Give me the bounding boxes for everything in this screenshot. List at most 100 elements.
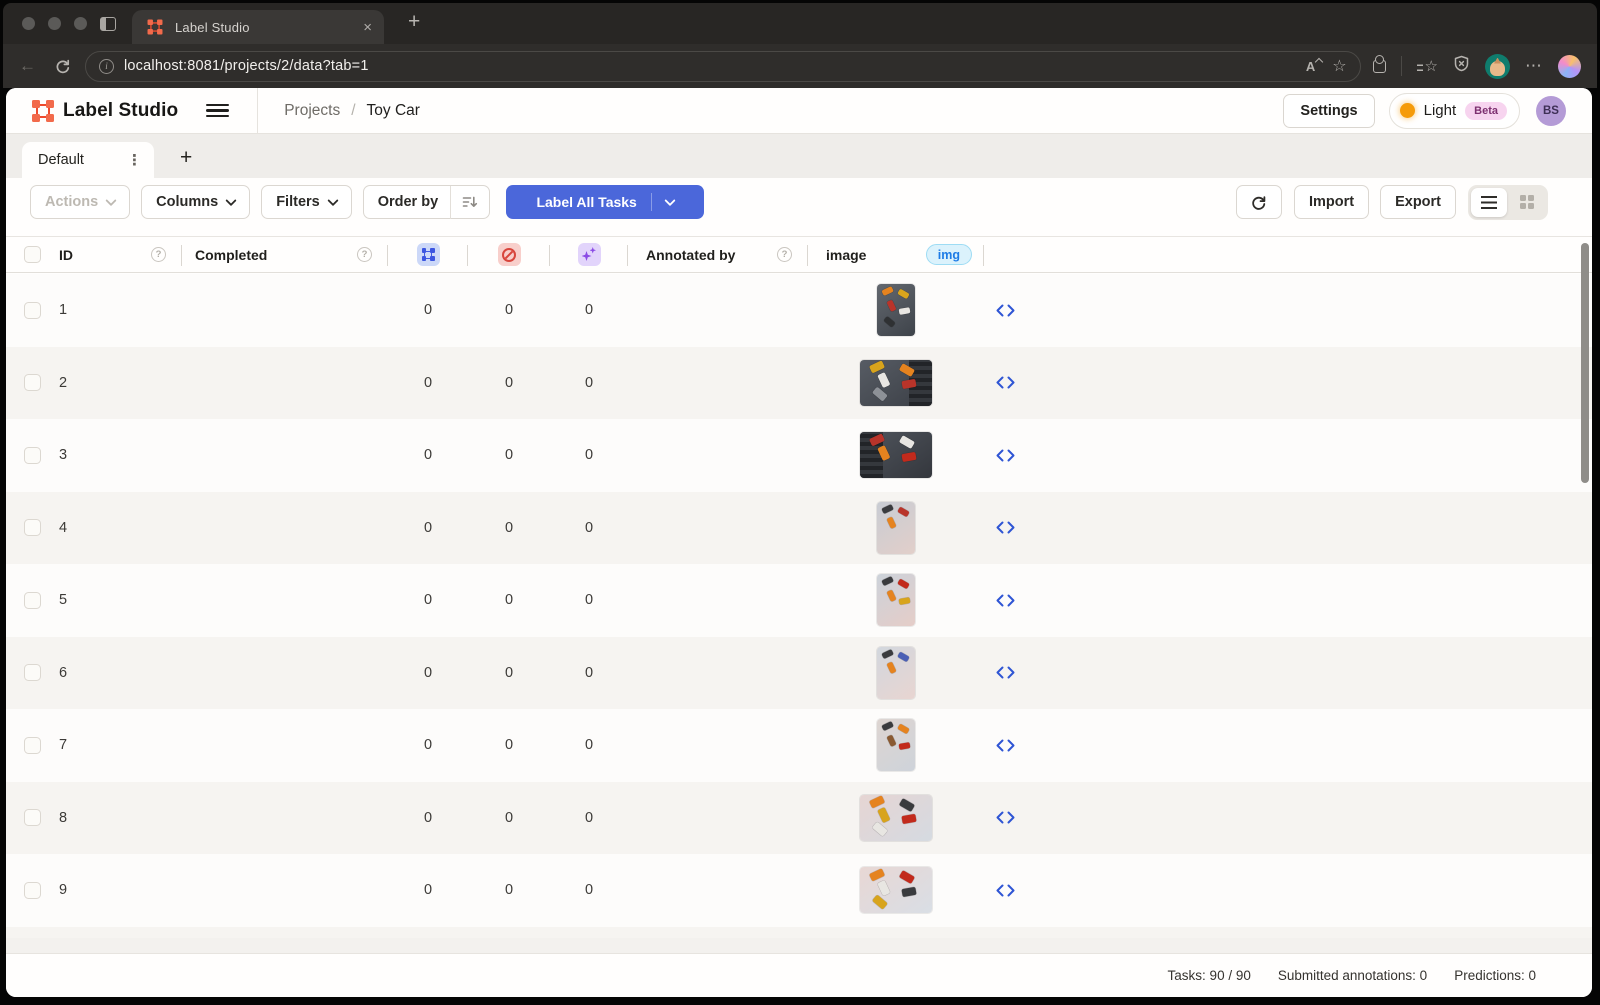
extensions-icon[interactable] bbox=[1372, 55, 1386, 73]
sidebar-toggle-icon[interactable] bbox=[100, 17, 116, 31]
row-checkbox[interactable] bbox=[24, 519, 41, 537]
help-icon[interactable] bbox=[777, 247, 792, 262]
predictions-column-icon[interactable] bbox=[577, 243, 601, 266]
row-image-thumbnail[interactable] bbox=[860, 867, 932, 914]
task-source-icon[interactable] bbox=[996, 304, 1015, 317]
help-icon[interactable] bbox=[151, 247, 166, 262]
browser-tab[interactable]: Label Studio bbox=[132, 10, 384, 44]
task-source-icon[interactable] bbox=[996, 666, 1015, 679]
column-header-completed[interactable]: Completed bbox=[195, 247, 267, 263]
new-tab-button[interactable] bbox=[408, 10, 420, 34]
row-checkbox[interactable] bbox=[24, 736, 41, 754]
label-all-tasks-button[interactable]: Label All Tasks bbox=[506, 185, 705, 219]
favorites-hub-icon[interactable] bbox=[1416, 57, 1438, 75]
copilot-icon[interactable] bbox=[1558, 54, 1581, 78]
task-source-icon[interactable] bbox=[996, 594, 1015, 607]
table-row[interactable]: 4 0 0 0 bbox=[6, 491, 1592, 565]
back-icon[interactable] bbox=[19, 56, 36, 76]
label-studio-logo-icon[interactable] bbox=[32, 99, 54, 122]
table-row[interactable]: 2 0 0 0 bbox=[6, 346, 1592, 419]
read-aloud-icon[interactable] bbox=[1306, 59, 1322, 74]
task-source-icon[interactable] bbox=[996, 376, 1015, 389]
tab-options-kebab-icon[interactable] bbox=[127, 151, 142, 169]
hamburger-menu-icon[interactable] bbox=[206, 103, 230, 118]
row-checkbox[interactable] bbox=[24, 301, 41, 319]
row-annotated-by bbox=[628, 927, 808, 939]
table-row[interactable]: 7 0 0 0 bbox=[6, 709, 1592, 782]
submitted-annotations-count: Submitted annotations: 0 bbox=[1277, 968, 1428, 983]
row-checkbox[interactable] bbox=[24, 446, 41, 464]
order-by-dropdown[interactable]: Order by bbox=[362, 185, 491, 219]
breadcrumb-projects-link[interactable]: Projects bbox=[284, 102, 340, 120]
row-image-thumbnail[interactable] bbox=[877, 501, 915, 554]
column-header-id[interactable]: ID bbox=[59, 247, 73, 263]
row-image-thumbnail[interactable] bbox=[877, 646, 915, 699]
filters-dropdown[interactable]: Filters bbox=[261, 185, 352, 219]
url-text[interactable]: localhost:8081/projects/2/data?tab=1 bbox=[124, 58, 1296, 74]
row-checkbox[interactable] bbox=[24, 809, 41, 827]
horizontal-scrollbar-track[interactable] bbox=[6, 938, 1592, 954]
annotations-column-icon[interactable] bbox=[416, 243, 440, 266]
refresh-button[interactable] bbox=[1235, 185, 1282, 219]
row-checkbox[interactable] bbox=[24, 881, 41, 899]
list-view-button[interactable] bbox=[1471, 187, 1507, 217]
export-button[interactable]: Export bbox=[1380, 185, 1456, 219]
settings-button[interactable]: Settings bbox=[1283, 93, 1375, 128]
window-zoom-button[interactable] bbox=[74, 17, 87, 30]
row-checkbox[interactable] bbox=[24, 591, 41, 609]
columns-dropdown[interactable]: Columns bbox=[141, 185, 251, 219]
task-source-icon[interactable] bbox=[996, 521, 1015, 534]
row-annotations-count: 0 bbox=[423, 374, 433, 391]
row-predictions-count: 0 bbox=[584, 882, 594, 899]
column-header-annotated-by[interactable]: Annotated by bbox=[646, 247, 735, 263]
row-cancelled-count: 0 bbox=[504, 737, 514, 754]
cancelled-annotations-column-icon[interactable] bbox=[497, 243, 521, 266]
row-image-thumbnail[interactable] bbox=[877, 719, 915, 772]
import-button[interactable]: Import bbox=[1293, 185, 1370, 219]
row-image-thumbnail[interactable] bbox=[860, 794, 932, 841]
row-image-thumbnail[interactable] bbox=[877, 574, 915, 627]
bookmark-star-icon[interactable] bbox=[1332, 56, 1346, 76]
grid-icon bbox=[1520, 195, 1534, 209]
browser-menu-icon[interactable] bbox=[1525, 56, 1543, 76]
actions-dropdown[interactable]: Actions bbox=[30, 185, 131, 219]
task-table-body: 1 0 0 0 2 0 0 0 3 0 0 0 4 0 0 0 5 0 0 0 … bbox=[6, 274, 1592, 938]
row-image-thumbnail[interactable] bbox=[860, 359, 932, 406]
row-image-thumbnail[interactable] bbox=[877, 284, 915, 337]
tab-close-icon[interactable] bbox=[363, 19, 372, 36]
task-source-icon[interactable] bbox=[996, 884, 1015, 897]
address-bar[interactable]: localhost:8081/projects/2/data?tab=1 bbox=[85, 50, 1361, 82]
task-source-icon[interactable] bbox=[996, 449, 1015, 462]
grid-view-button[interactable] bbox=[1509, 188, 1545, 217]
help-icon[interactable] bbox=[357, 247, 372, 262]
theme-toggle[interactable]: Light Beta bbox=[1388, 92, 1520, 129]
select-all-checkbox[interactable] bbox=[24, 246, 41, 263]
row-image-thumbnail[interactable] bbox=[860, 432, 932, 479]
row-checkbox[interactable] bbox=[24, 664, 41, 682]
add-view-tab-button[interactable] bbox=[180, 146, 192, 170]
user-avatar[interactable]: BS bbox=[1536, 95, 1566, 126]
window-minimize-button[interactable] bbox=[48, 17, 61, 30]
row-completed bbox=[182, 419, 388, 492]
view-tab-default[interactable]: Default bbox=[22, 142, 154, 178]
window-close-button[interactable] bbox=[22, 17, 35, 30]
browser-profile-avatar[interactable] bbox=[1485, 53, 1510, 79]
sort-order-icon[interactable] bbox=[451, 195, 489, 209]
table-row[interactable]: 3 0 0 0 bbox=[6, 419, 1592, 492]
table-row[interactable]: 5 0 0 0 bbox=[6, 564, 1592, 637]
row-annotated-by bbox=[628, 492, 808, 565]
tracking-shield-icon[interactable] bbox=[1453, 55, 1470, 77]
reload-icon[interactable] bbox=[54, 58, 71, 75]
table-row[interactable]: 8 0 0 0 bbox=[6, 781, 1592, 854]
chevron-down-icon[interactable] bbox=[664, 194, 676, 207]
table-row[interactable]: 9 0 0 0 bbox=[6, 854, 1592, 927]
row-checkbox[interactable] bbox=[24, 374, 41, 392]
site-info-icon[interactable] bbox=[99, 58, 114, 74]
table-row[interactable]: 1 0 0 0 bbox=[6, 274, 1592, 347]
task-source-icon[interactable] bbox=[996, 739, 1015, 752]
task-source-icon[interactable] bbox=[996, 811, 1015, 824]
vertical-scrollbar-thumb[interactable] bbox=[1581, 243, 1589, 483]
table-row[interactable]: 6 0 0 0 bbox=[6, 636, 1592, 709]
column-header-image[interactable]: image bbox=[826, 247, 866, 263]
table-row[interactable] bbox=[6, 926, 1592, 939]
